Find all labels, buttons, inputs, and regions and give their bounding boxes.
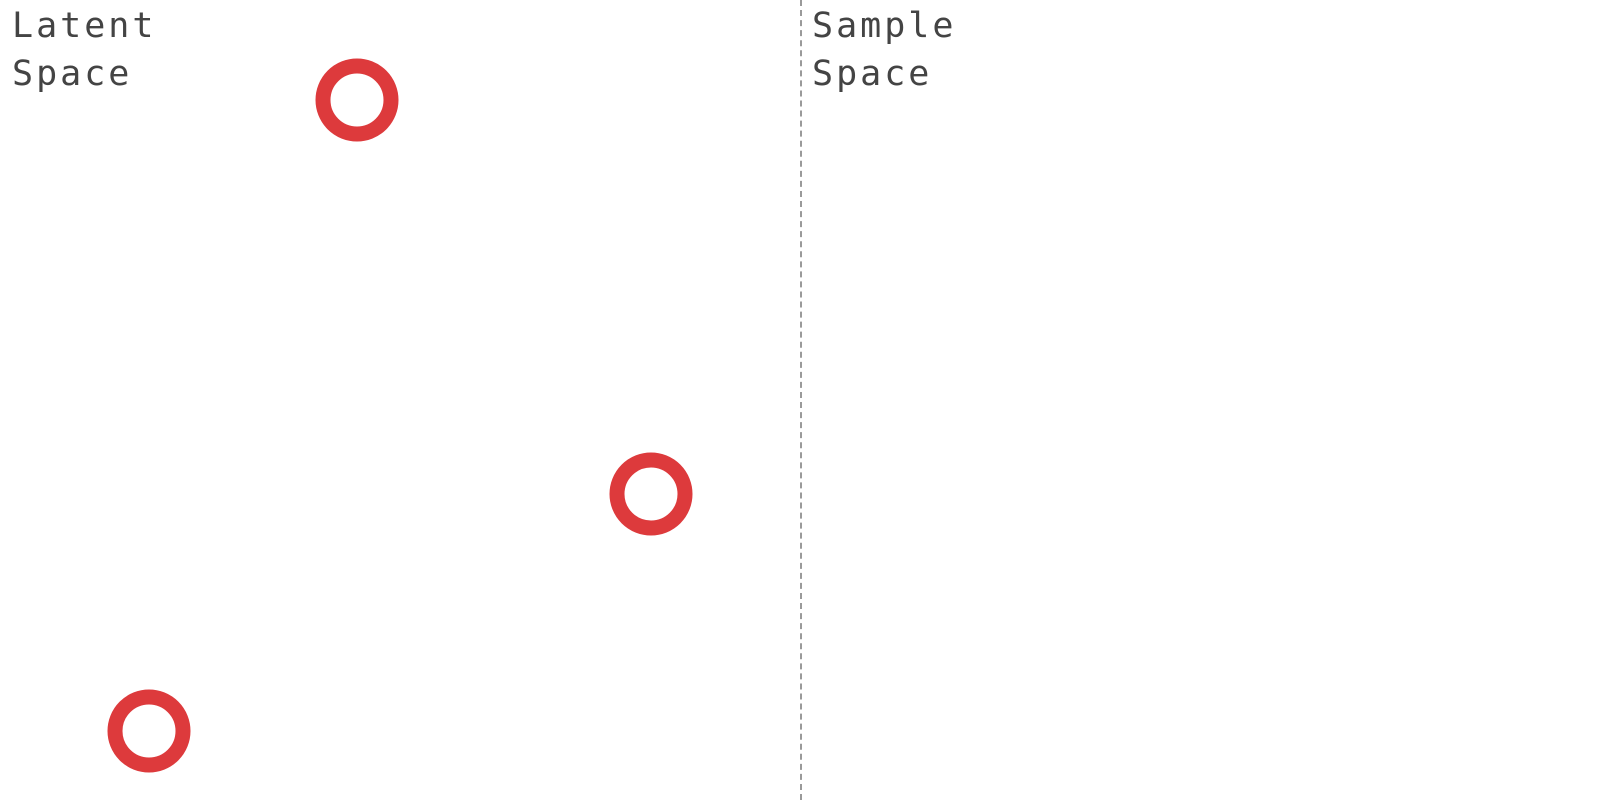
latent-space-panel: Latent Space xyxy=(0,0,800,800)
latent-point-1[interactable] xyxy=(315,58,399,142)
latent-points xyxy=(107,58,693,773)
sample-space-label: Sample Space xyxy=(812,6,957,94)
latent-point-2[interactable] xyxy=(609,452,693,536)
latent-point-3[interactable] xyxy=(107,689,191,773)
sample-space-panel: Sample Space xyxy=(800,0,1600,800)
